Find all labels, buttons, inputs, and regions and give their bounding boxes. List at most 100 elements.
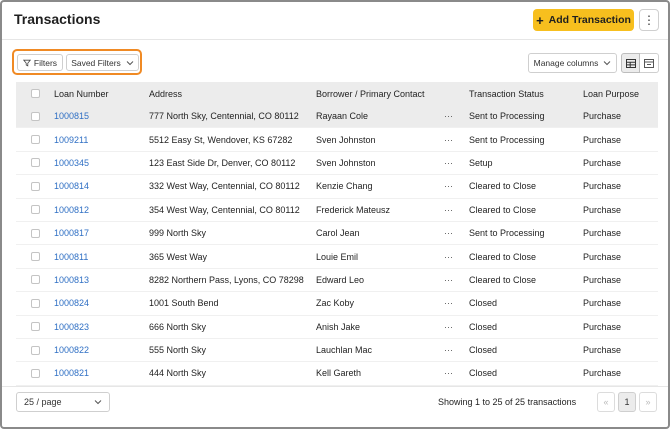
loan-number-link[interactable]: 1000812	[54, 205, 89, 215]
add-transaction-button[interactable]: + Add Transaction	[533, 9, 634, 31]
column-header-address[interactable]: Address	[149, 89, 316, 99]
row-actions-button[interactable]: ···	[444, 252, 453, 262]
borrower-cell: Rayaan Cole	[316, 111, 369, 122]
table-row[interactable]: 1000817 999 North Sky Carol Jean ··· Sent to…	[16, 222, 658, 246]
loan-number-link[interactable]: 1000824	[54, 298, 89, 308]
loan-purpose-cell: Purchase	[583, 298, 622, 309]
row-checkbox[interactable]	[30, 252, 40, 262]
card-view-toggle[interactable]	[640, 53, 659, 73]
row-actions-button[interactable]: ···	[444, 111, 453, 121]
row-checkbox[interactable]	[30, 111, 40, 121]
row-actions-button[interactable]: ···	[444, 135, 453, 145]
loan-number-link[interactable]: 1000823	[54, 322, 89, 332]
row-checkbox[interactable]	[30, 205, 40, 215]
select-all-checkbox[interactable]	[30, 89, 40, 98]
address-cell: 999 North Sky	[149, 228, 207, 239]
column-header-loan-number[interactable]: Loan Number	[54, 89, 149, 99]
chevron-down-icon	[94, 400, 102, 405]
saved-filters-label: Saved Filters	[71, 57, 121, 68]
loan-purpose-cell: Purchase	[583, 111, 622, 122]
column-header-borrower[interactable]: Borrower / Primary Contact	[316, 89, 444, 99]
row-actions-button[interactable]: ···	[444, 368, 453, 378]
table-row[interactable]: 1000824 1001 South Bend Zac Koby ··· Closed P…	[16, 292, 658, 316]
address-cell: 332 West Way, Centennial, CO 80112	[149, 181, 300, 192]
row-checkbox[interactable]	[30, 275, 40, 285]
table-row[interactable]: 1000815 777 North Sky, Centennial, CO 801…	[16, 105, 658, 129]
status-cell: Sent to Processing	[469, 134, 545, 145]
table-row[interactable]: 1000811 365 West Way Louie Emil ··· Cleared …	[16, 245, 658, 269]
page-number-button[interactable]: 1	[618, 392, 636, 412]
row-checkbox[interactable]	[30, 158, 40, 168]
loan-purpose-cell: Purchase	[583, 228, 622, 239]
row-actions-button[interactable]: ···	[444, 298, 453, 308]
status-cell: Closed	[469, 368, 498, 379]
table-row[interactable]: 1000822 555 North Sky Lauchlan Mac ··· Close…	[16, 339, 658, 363]
manage-columns-dropdown[interactable]: Manage columns	[528, 53, 617, 73]
row-checkbox[interactable]	[30, 228, 40, 238]
borrower-cell: Frederick Mateusz	[316, 204, 391, 215]
table-header-row: Loan Number Address Borrower / Primary C…	[16, 82, 658, 105]
borrower-cell: Sven Johnston	[316, 134, 376, 145]
table-row[interactable]: 1000813 8282 Northern Pass, Lyons, CO 782…	[16, 269, 658, 293]
borrower-cell: Edward Leo	[316, 274, 365, 285]
filter-group: Filters Saved Filters	[12, 49, 142, 75]
row-checkbox[interactable]	[30, 181, 40, 191]
row-actions-button[interactable]: ···	[444, 205, 453, 215]
per-page-select[interactable]: 25 / page	[16, 392, 110, 412]
column-header-loan-purpose[interactable]: Loan Purpose	[583, 89, 658, 99]
loan-number-link[interactable]: 1000814	[54, 181, 89, 191]
row-checkbox[interactable]	[30, 322, 40, 332]
borrower-cell: Anish Jake	[316, 321, 361, 332]
loan-number-link[interactable]: 1000821	[54, 368, 89, 378]
table-row[interactable]: 1000812 354 West Way, Centennial, CO 8011…	[16, 199, 658, 222]
more-options-button[interactable]: ⋮	[639, 9, 659, 31]
status-cell: Closed	[469, 321, 498, 332]
row-checkbox[interactable]	[30, 345, 40, 355]
row-actions-button[interactable]: ···	[444, 322, 453, 332]
address-cell: 365 West Way	[149, 251, 208, 262]
previous-page-button[interactable]: «	[597, 392, 615, 412]
borrower-cell: Lauchlan Mac	[316, 345, 373, 356]
table-row[interactable]: 1009211 5512 Easy St, Wendover, KS 67282 S…	[16, 128, 658, 152]
row-actions-button[interactable]: ···	[444, 228, 453, 238]
per-page-value: 25 / page	[24, 397, 62, 407]
address-cell: 123 East Side Dr, Denver, CO 80112	[149, 157, 296, 168]
loan-number-link[interactable]: 1000815	[54, 111, 89, 121]
filters-button[interactable]: Filters	[17, 54, 63, 71]
status-cell: Cleared to Close	[469, 204, 537, 215]
loan-number-link[interactable]: 1000822	[54, 345, 89, 355]
borrower-cell: Louie Emil	[316, 251, 359, 262]
table-row[interactable]: 1000345 123 East Side Dr, Denver, CO 8011…	[16, 152, 658, 176]
column-header-status[interactable]: Transaction Status	[469, 89, 583, 99]
loan-number-link[interactable]: 1009211	[54, 135, 88, 145]
row-actions-button[interactable]: ···	[444, 158, 453, 168]
next-page-button[interactable]: »	[639, 392, 657, 412]
row-checkbox[interactable]	[30, 368, 40, 378]
table-row[interactable]: 1000821 444 North Sky Kell Gareth ··· Closed…	[16, 362, 658, 386]
loan-number-link[interactable]: 1000813	[54, 275, 89, 285]
status-cell: Cleared to Close	[469, 251, 537, 262]
card-view-icon	[644, 58, 654, 68]
row-checkbox[interactable]	[30, 298, 40, 308]
table-row[interactable]: 1000823 666 North Sky Anish Jake ··· Closed P…	[16, 316, 658, 339]
row-actions-button[interactable]: ···	[444, 345, 453, 355]
status-cell: Sent to Processing	[469, 228, 545, 239]
table-row[interactable]: 1000814 332 West Way, Centennial, CO 8011…	[16, 175, 658, 199]
table-view-toggle[interactable]	[621, 53, 640, 73]
loan-purpose-cell: Purchase	[583, 181, 622, 192]
page-title: Transactions	[14, 11, 101, 27]
borrower-cell: Kenzie Chang	[316, 181, 373, 192]
loan-number-link[interactable]: 1000817	[54, 228, 89, 238]
kebab-icon: ⋮	[643, 13, 655, 27]
row-checkbox[interactable]	[30, 135, 40, 145]
loan-purpose-cell: Purchase	[583, 274, 622, 285]
loan-number-link[interactable]: 1000345	[54, 158, 89, 168]
row-actions-button[interactable]: ···	[444, 181, 453, 191]
address-cell: 555 North Sky	[149, 345, 207, 356]
borrower-cell: Zac Koby	[316, 298, 355, 309]
saved-filters-dropdown[interactable]: Saved Filters	[66, 54, 139, 71]
transactions-table: Loan Number Address Borrower / Primary C…	[16, 82, 658, 386]
row-actions-button[interactable]: ···	[444, 275, 453, 285]
loan-purpose-cell: Purchase	[583, 204, 622, 215]
loan-number-link[interactable]: 1000811	[54, 252, 88, 262]
